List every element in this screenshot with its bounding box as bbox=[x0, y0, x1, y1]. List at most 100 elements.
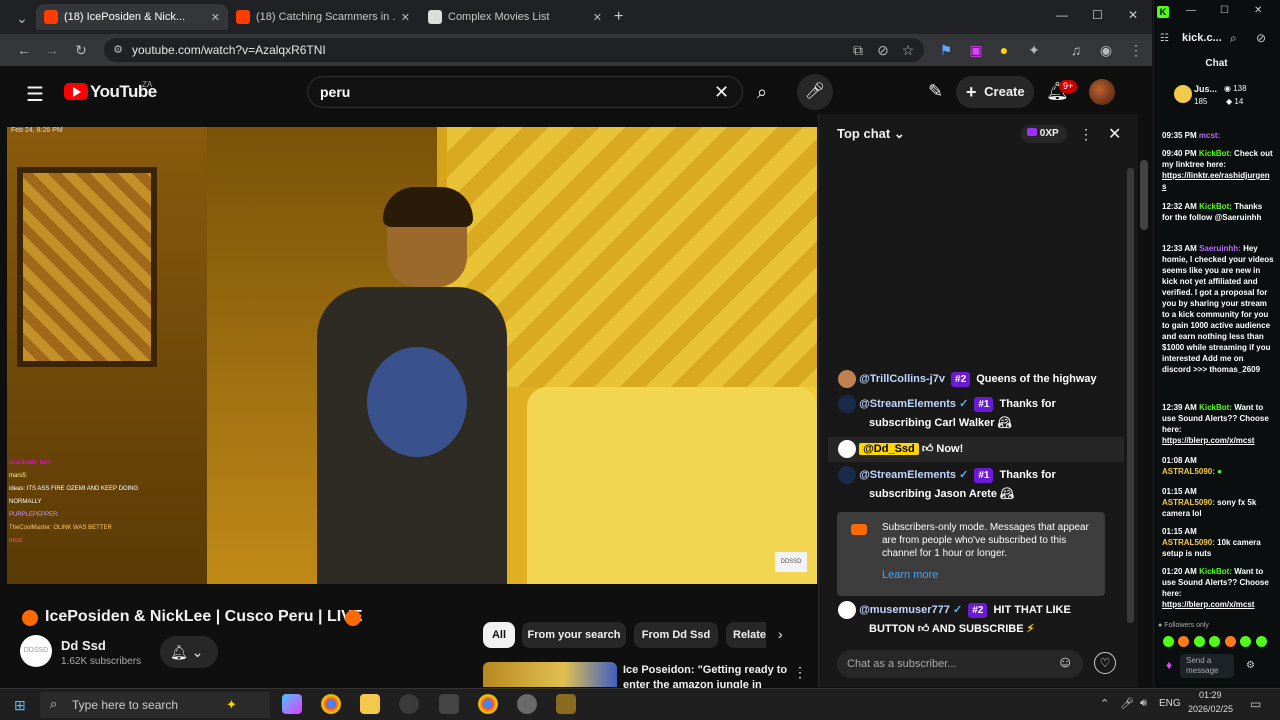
browser-menu-icon[interactable]: ⋮ bbox=[1128, 42, 1144, 58]
chat-author[interactable]: @StreamElements bbox=[859, 469, 956, 481]
up-next-title-line2[interactable]: enter the amazon jungle in bbox=[623, 679, 762, 688]
top-chat-dropdown[interactable]: Top chat ⌄ bbox=[837, 126, 905, 142]
search-icon[interactable]: ⌕ bbox=[744, 76, 780, 108]
chat-scrollbar[interactable] bbox=[1127, 168, 1134, 623]
kick-username[interactable]: KickBot: bbox=[1199, 149, 1232, 158]
forward-icon[interactable]: → bbox=[44, 42, 60, 58]
volume-icon[interactable]: 🔊︎ bbox=[1140, 697, 1147, 710]
subscribed-bell-button[interactable]: 🔔︎ ⌄ bbox=[160, 636, 218, 668]
extension-coin-icon[interactable]: ● bbox=[996, 42, 1012, 58]
extensions-puzzle-icon[interactable]: ✦ bbox=[1026, 42, 1042, 58]
kick-maximize-icon[interactable]: ☐ bbox=[1220, 5, 1229, 16]
new-tab-icon[interactable]: + bbox=[614, 8, 623, 26]
tab-2[interactable]: (18) Catching Scammers in ... ✕ bbox=[228, 4, 418, 30]
kick-emote-picker-icon[interactable]: ♦ bbox=[1166, 658, 1172, 672]
clear-search-icon[interactable]: ✕ bbox=[714, 82, 729, 103]
youtube-logo-icon[interactable] bbox=[64, 83, 88, 100]
search-input[interactable]: peru bbox=[307, 76, 743, 108]
clock-time[interactable]: 01:29 bbox=[1199, 690, 1222, 700]
app-icon[interactable] bbox=[439, 694, 459, 714]
voice-search-icon[interactable]: 🎤︎ bbox=[797, 74, 833, 110]
notification-center-icon[interactable]: ▭ bbox=[1250, 697, 1261, 711]
microphone-tray-icon[interactable]: 🎤︎ bbox=[1120, 697, 1134, 710]
maximize-icon[interactable]: ☐ bbox=[1092, 8, 1103, 22]
xp-badge[interactable]: 0XP bbox=[1021, 125, 1067, 143]
chip-from-channel[interactable]: From Dd Ssd bbox=[634, 622, 718, 648]
channel-avatar[interactable]: DDSSD bbox=[20, 635, 52, 667]
kick-send-message-input[interactable]: Send a message bbox=[1180, 654, 1234, 678]
file-explorer-icon[interactable] bbox=[360, 694, 380, 714]
tab-1[interactable]: (18) IcePosiden & Nick... ✕ bbox=[36, 4, 228, 30]
kick-settings-icon[interactable]: ⚙ bbox=[1246, 660, 1255, 671]
extension-media-icon[interactable]: ▣ bbox=[968, 42, 984, 58]
bookmark-star-icon[interactable]: ☆ bbox=[900, 42, 916, 58]
up-next-thumbnail[interactable] bbox=[483, 662, 617, 687]
emoji-picker-icon[interactable]: ☺ bbox=[1057, 654, 1073, 672]
obs-icon[interactable] bbox=[399, 694, 419, 714]
clock-date[interactable]: 2026/02/25 bbox=[1188, 704, 1233, 714]
hamburger-menu-icon[interactable]: ☰ bbox=[26, 82, 44, 107]
kick-minimize-icon[interactable]: — bbox=[1186, 5, 1196, 16]
kick-link[interactable]: https://linktr.ee/rashidjurgen s bbox=[1162, 171, 1270, 191]
reload-icon[interactable]: ↻ bbox=[73, 42, 89, 58]
chips-next-icon[interactable]: › bbox=[778, 626, 783, 642]
up-next-title-line1[interactable]: Ice Poseidon: "Getting ready to bbox=[623, 664, 787, 676]
kick-username[interactable]: KickBot: bbox=[1199, 202, 1232, 211]
minimize-icon[interactable]: — bbox=[1056, 8, 1068, 22]
chip-all[interactable]: All bbox=[483, 622, 515, 648]
copilot-icon[interactable] bbox=[282, 694, 302, 714]
kick-scrollbar[interactable] bbox=[1140, 160, 1148, 230]
kick-eye-off-icon[interactable]: ⊘ bbox=[1256, 31, 1266, 45]
chip-from-your-search[interactable]: From your search bbox=[522, 622, 626, 648]
kick-username[interactable]: Saeruinhh: bbox=[1199, 244, 1241, 253]
close-tab-icon[interactable]: ✕ bbox=[211, 11, 220, 24]
close-chat-icon[interactable]: ✕ bbox=[1108, 124, 1121, 144]
kick-zoom-icon[interactable]: ⌕ bbox=[1230, 31, 1237, 46]
tab-search-chevron-icon[interactable]: ⌄ bbox=[14, 10, 30, 26]
chat-more-icon[interactable]: ⋮ bbox=[1079, 126, 1093, 143]
chrome-profile-icon[interactable] bbox=[478, 694, 498, 714]
up-next-more-icon[interactable]: ⋮ bbox=[793, 664, 807, 681]
media-control-icon[interactable]: ♫ bbox=[1068, 42, 1084, 58]
close-window-icon[interactable]: ✕ bbox=[1128, 8, 1138, 22]
kick-user-label[interactable]: Jus... bbox=[1194, 84, 1217, 94]
extension-translate-icon[interactable]: ⚑ bbox=[938, 42, 954, 58]
kick-tune-icon[interactable]: ☷ bbox=[1160, 33, 1169, 44]
kick-link[interactable]: https://blerp.com/x/mcst bbox=[1162, 436, 1254, 445]
tab-3[interactable]: Complex Movies List ✕ bbox=[420, 4, 610, 30]
live-chat-create-icon[interactable]: ✎ bbox=[928, 81, 943, 102]
profile-avatar-icon[interactable]: ◉ bbox=[1098, 42, 1114, 58]
learn-more-link[interactable]: Learn more bbox=[882, 569, 938, 581]
close-tab-icon[interactable]: ✕ bbox=[401, 11, 410, 24]
kick-username[interactable]: ASTRAL5090: bbox=[1162, 498, 1215, 507]
kick-username[interactable]: ASTRAL5090: bbox=[1162, 467, 1215, 476]
kick-username[interactable]: ASTRAL5090: bbox=[1162, 538, 1215, 547]
game-icon[interactable] bbox=[556, 694, 576, 714]
cast-icon[interactable]: ⧉ bbox=[850, 42, 866, 58]
close-tab-icon[interactable]: ✕ bbox=[593, 11, 602, 24]
language-indicator[interactable]: ENG bbox=[1159, 698, 1181, 709]
video-player[interactable]: Feb 24, 8:26 PM boardwalk: tiers mars5: … bbox=[7, 127, 817, 584]
channel-name[interactable]: Dd Ssd bbox=[61, 638, 106, 653]
kick-username[interactable]: KickBot: bbox=[1199, 567, 1232, 576]
chat-input[interactable]: Chat as a subscriber... bbox=[837, 650, 1083, 678]
chat-author[interactable]: @TrillCollins-j7v bbox=[859, 373, 945, 385]
site-info-icon[interactable]: ⚙ bbox=[110, 42, 126, 58]
chip-related[interactable]: Relate bbox=[726, 622, 766, 648]
tray-chevron-icon[interactable]: ⌃ bbox=[1100, 697, 1109, 710]
chat-author[interactable]: @StreamElements bbox=[859, 398, 956, 410]
kick-username[interactable]: mcst: bbox=[1199, 131, 1220, 140]
address-bar[interactable]: youtube.com/watch?v=AzalqxR6TNI bbox=[104, 38, 924, 62]
kick-username[interactable]: KickBot: bbox=[1199, 403, 1232, 412]
kick-link[interactable]: https://blerp.com/x/mcst bbox=[1162, 600, 1254, 609]
chat-author[interactable]: @musemuser777 bbox=[859, 604, 950, 616]
kick-close-icon[interactable]: ✕ bbox=[1254, 5, 1262, 16]
back-icon[interactable]: ← bbox=[16, 42, 32, 58]
create-button[interactable]: + Create bbox=[956, 76, 1034, 108]
heart-reaction-icon[interactable]: ♡ bbox=[1094, 652, 1116, 674]
chrome-icon[interactable] bbox=[321, 694, 341, 714]
steam-icon[interactable] bbox=[517, 694, 537, 714]
eye-off-icon[interactable]: ⊘ bbox=[875, 42, 891, 58]
chat-author-owner[interactable]: @Dd_Ssd bbox=[859, 443, 919, 455]
account-avatar[interactable] bbox=[1089, 79, 1115, 105]
